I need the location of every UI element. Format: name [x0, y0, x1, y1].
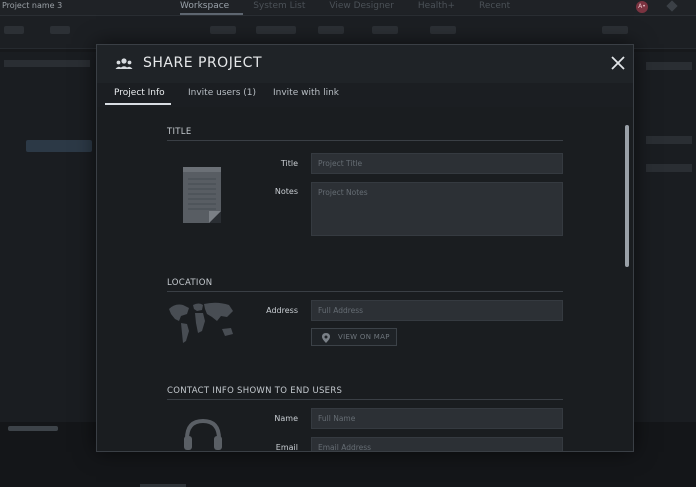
- toolbar-item: [430, 26, 456, 34]
- nav-health[interactable]: Health+: [418, 0, 469, 15]
- nav-system-list[interactable]: System List: [253, 0, 319, 15]
- toolbar-item: [50, 26, 70, 34]
- notification-icon[interactable]: [666, 0, 678, 12]
- share-project-dialog: SHARE PROJECT Project Info Invite users …: [96, 44, 634, 452]
- headset-icon: [184, 418, 222, 450]
- background-right-pane: [634, 52, 696, 422]
- top-navigation: Workspace System List View Designer Heal…: [180, 0, 534, 15]
- section-title-heading: TITLE: [167, 127, 192, 137]
- name-field-label: Name: [274, 414, 298, 423]
- toolbar-item: [602, 26, 628, 34]
- nav-workspace[interactable]: Workspace: [180, 0, 244, 15]
- address-input[interactable]: [311, 300, 563, 321]
- avatar[interactable]: A•: [636, 1, 648, 13]
- section-divider: [167, 291, 563, 292]
- tab-invite-with-link[interactable]: Invite with link: [273, 88, 339, 98]
- tab-invite-users[interactable]: Invite users (1): [188, 88, 256, 98]
- full-name-input[interactable]: [311, 408, 563, 429]
- nav-view-designer[interactable]: View Designer: [329, 0, 408, 15]
- view-on-map-button[interactable]: VIEW ON MAP: [311, 328, 397, 346]
- app-top-bar: Project name 3 Workspace System List Vie…: [0, 0, 696, 16]
- notepad-icon: [183, 167, 221, 223]
- dialog-tabs: Project Info Invite users (1) Invite wit…: [97, 83, 633, 107]
- dialog-content: TITLE Title Notes LOCATION: [97, 107, 633, 452]
- project-title-input[interactable]: [311, 153, 563, 174]
- title-field-label: Title: [280, 159, 298, 168]
- left-pane-row: [4, 60, 90, 67]
- dialog-title: SHARE PROJECT: [143, 55, 263, 71]
- project-notes-input[interactable]: [311, 182, 563, 236]
- users-group-icon: [115, 58, 133, 69]
- email-input[interactable]: [311, 437, 563, 451]
- section-contact-heading: CONTACT INFO SHOWN TO END USERS: [167, 386, 343, 396]
- world-map-icon: [169, 302, 233, 343]
- project-name[interactable]: Project name 3: [2, 1, 62, 10]
- toolbar-item: [318, 26, 344, 34]
- dialog-header: SHARE PROJECT: [97, 45, 633, 83]
- active-tab-indicator: [105, 103, 171, 105]
- tab-project-info[interactable]: Project Info: [114, 88, 165, 98]
- nav-recent[interactable]: Recent: [479, 0, 524, 15]
- right-pane-block: [646, 136, 692, 144]
- section-divider: [167, 140, 563, 141]
- email-field-label: Email: [275, 443, 298, 452]
- view-on-map-label: VIEW ON MAP: [338, 333, 390, 341]
- toolbar-item: [256, 26, 296, 34]
- toolbar-item: [4, 26, 24, 34]
- notes-field-label: Notes: [274, 187, 298, 196]
- background-left-pane: [0, 52, 96, 422]
- toolbar-item: [210, 26, 236, 34]
- section-divider: [167, 399, 563, 400]
- section-location-heading: LOCATION: [167, 278, 213, 288]
- content-scrollbar[interactable]: [625, 125, 629, 267]
- toolbar-item: [372, 26, 398, 34]
- bottom-scroll-thumb[interactable]: [8, 426, 58, 431]
- right-pane-block: [646, 62, 692, 70]
- map-pin-icon: [322, 333, 330, 343]
- right-pane-block: [646, 164, 692, 172]
- close-icon[interactable]: [609, 54, 627, 72]
- left-pane-chip: [26, 140, 92, 152]
- address-field-label: Address: [266, 306, 298, 315]
